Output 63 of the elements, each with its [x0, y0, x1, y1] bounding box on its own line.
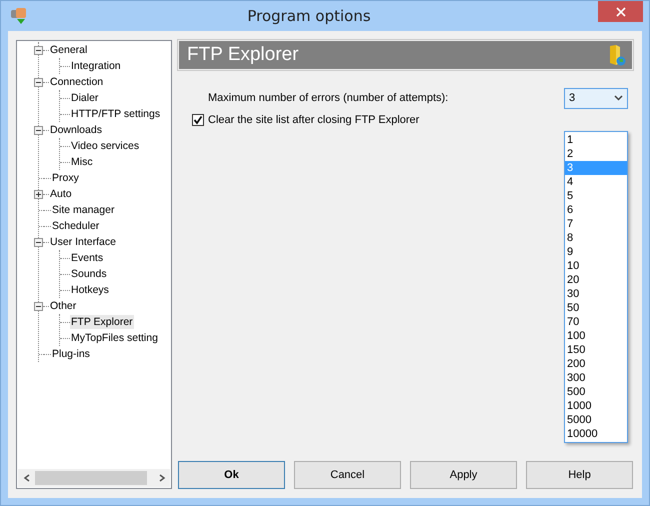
- tree-item[interactable]: Events: [70, 251, 104, 265]
- tree-item[interactable]: FTP Explorer: [70, 315, 134, 329]
- dropdown-option[interactable]: 1000: [565, 399, 627, 413]
- scroll-thumb[interactable]: [35, 471, 147, 485]
- tree-item[interactable]: Integration: [70, 59, 122, 73]
- dropdown-option[interactable]: 7: [565, 217, 627, 231]
- horizontal-scrollbar[interactable]: [18, 469, 170, 487]
- tree-item[interactable]: Scheduler: [51, 219, 100, 233]
- tree-item[interactable]: Other: [49, 299, 78, 313]
- tree-item[interactable]: Plug-ins: [51, 347, 91, 361]
- max-errors-dropdown[interactable]: 3: [564, 88, 628, 108]
- dropdown-option[interactable]: 500: [565, 385, 627, 399]
- checkbox[interactable]: [192, 114, 204, 126]
- dropdown-option[interactable]: 2: [565, 147, 627, 161]
- dropdown-option[interactable]: 300: [565, 371, 627, 385]
- tree-item[interactable]: Video services: [70, 139, 140, 153]
- collapse-icon[interactable]: [34, 78, 43, 86]
- tree-item[interactable]: User Interface: [49, 235, 117, 249]
- dropdown-option[interactable]: 8: [565, 231, 627, 245]
- dropdown-option[interactable]: 50: [565, 301, 627, 315]
- tree-item[interactable]: General: [49, 43, 88, 57]
- max-errors-label: Maximum number of errors (number of attempts):: [208, 92, 448, 104]
- dropdown-option[interactable]: 5000: [565, 413, 627, 427]
- dropdown-option[interactable]: 10: [565, 259, 627, 273]
- tree-item[interactable]: Sounds: [70, 267, 108, 281]
- collapse-icon[interactable]: [34, 126, 43, 134]
- dialog-button[interactable]: Help: [526, 461, 633, 489]
- dropdown-option[interactable]: 150: [565, 343, 627, 357]
- dialog-button[interactable]: Cancel: [294, 461, 401, 489]
- dialog-button[interactable]: Ok: [178, 461, 285, 489]
- chevron-down-icon: [614, 95, 623, 101]
- dropdown-option[interactable]: 200: [565, 357, 627, 371]
- tree-item[interactable]: Connection: [49, 75, 104, 89]
- dropdown-option[interactable]: 1: [565, 133, 627, 147]
- collapse-icon[interactable]: [34, 238, 43, 246]
- tree-item[interactable]: Site manager: [51, 203, 116, 217]
- tree-item[interactable]: Dialer: [70, 91, 100, 105]
- close-icon: [616, 6, 626, 16]
- dropdown-option[interactable]: 20: [565, 273, 627, 287]
- tree-item[interactable]: Hotkeys: [70, 283, 110, 297]
- dropdown-option[interactable]: 10000: [565, 427, 627, 441]
- expand-icon[interactable]: [34, 190, 43, 198]
- tree-item[interactable]: HTTP/FTP settings: [70, 107, 162, 121]
- folder-globe-icon: [608, 44, 626, 66]
- tree-item[interactable]: Proxy: [51, 171, 80, 185]
- collapse-icon[interactable]: [34, 46, 43, 54]
- tree-item[interactable]: Auto: [49, 187, 73, 201]
- dialog-button[interactable]: Apply: [410, 461, 517, 489]
- dropdown-option[interactable]: 6: [565, 203, 627, 217]
- tree-item[interactable]: Downloads: [49, 123, 103, 137]
- close-button[interactable]: [598, 1, 643, 22]
- dropdown-option[interactable]: 70: [565, 315, 627, 329]
- dropdown-option[interactable]: 100: [565, 329, 627, 343]
- tree-item[interactable]: Misc: [70, 155, 94, 169]
- dropdown-option[interactable]: 5: [565, 189, 627, 203]
- window-title: Program options: [246, 7, 372, 25]
- dropdown-option[interactable]: 4: [565, 175, 627, 189]
- checkbox-label: Clear the site list after closing FTP Explorer: [208, 114, 420, 126]
- tree-item[interactable]: MyTopFiles setting: [70, 331, 159, 345]
- dropdown-option[interactable]: 9: [565, 245, 627, 259]
- collapse-icon[interactable]: [34, 302, 43, 310]
- section-title: FTP Explorer: [187, 44, 299, 66]
- dropdown-option[interactable]: 30: [565, 287, 627, 301]
